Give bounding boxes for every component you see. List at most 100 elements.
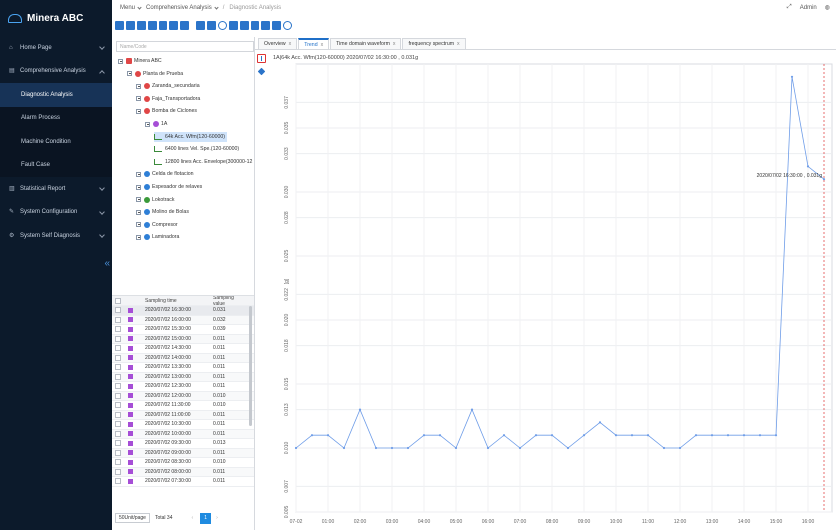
data-point[interactable] <box>774 434 778 437</box>
sidebar-item-machine-condition[interactable]: Machine Condition <box>0 130 112 154</box>
table-scrollbar[interactable] <box>249 306 252 426</box>
close-tab-icon[interactable]: x <box>393 41 396 47</box>
row-checkbox[interactable] <box>115 335 121 342</box>
table-row[interactable]: 2020/07/02 15:30:00 0.039 <box>112 325 254 335</box>
table-row[interactable]: 2020/07/02 14:00:00 0.011 <box>112 353 254 363</box>
row-checkbox[interactable] <box>115 383 121 390</box>
row-checkbox[interactable] <box>115 316 121 323</box>
column-header-time[interactable]: Sampling time <box>145 298 213 304</box>
prev-page-button[interactable]: ‹ <box>191 515 193 521</box>
data-point[interactable] <box>470 408 474 411</box>
table-row[interactable]: 2020/07/02 16:30:00 0.031 <box>112 306 254 316</box>
tree-node[interactable]: 1A <box>145 119 167 129</box>
data-point[interactable] <box>678 446 682 450</box>
table-icon[interactable] <box>239 21 249 30</box>
breadcrumb-comprehensive[interactable]: Comprehensive Analysis <box>146 4 219 11</box>
data-point[interactable] <box>518 446 522 450</box>
tree-node[interactable]: 12800 lines Acc. Envelope(300000-12 <box>154 157 252 167</box>
table-row[interactable]: 2020/07/02 07:30:00 0.011 <box>112 477 254 487</box>
tab-trend[interactable]: Trend x <box>298 38 330 49</box>
data-point[interactable] <box>598 421 602 424</box>
row-checkbox[interactable] <box>115 364 121 371</box>
table-row[interactable]: 2020/07/02 11:30:00 0.010 <box>112 401 254 411</box>
data-point[interactable] <box>374 446 378 450</box>
export-icon[interactable] <box>272 21 282 30</box>
expand-toggle-icon[interactable] <box>136 209 141 215</box>
page-size-select[interactable]: 50Unit/page <box>115 513 150 523</box>
row-checkbox[interactable] <box>115 440 121 447</box>
collapse-sidebar-icon[interactable]: « <box>104 258 110 269</box>
table-row[interactable]: 2020/07/02 15:00:00 0.011 <box>112 334 254 344</box>
page-number[interactable]: 1 <box>200 512 212 524</box>
data-point[interactable] <box>438 434 442 437</box>
row-checkbox[interactable] <box>115 326 121 333</box>
globe-icon[interactable]: ◍ <box>825 4 830 11</box>
data-point[interactable] <box>822 178 826 181</box>
close-tab-icon[interactable]: x <box>321 42 324 48</box>
tree-node[interactable]: Planta de Prueba <box>127 69 183 79</box>
table-row[interactable]: 2020/07/02 11:00:00 0.011 <box>112 410 254 420</box>
tree-node[interactable]: Bomba de Ciclones <box>136 106 197 116</box>
table-row[interactable]: 2020/07/02 10:30:00 0.011 <box>112 420 254 430</box>
row-checkbox[interactable] <box>115 411 121 418</box>
table-row[interactable]: 2020/07/02 09:00:00 0.011 <box>112 448 254 458</box>
tree-node[interactable]: 64k Acc. Wfm(120-60000) <box>154 131 227 142</box>
expand-toggle-icon[interactable] <box>136 222 141 228</box>
data-point[interactable] <box>742 434 746 437</box>
bell-icon[interactable] <box>217 21 227 30</box>
expand-toggle-icon[interactable] <box>136 96 141 102</box>
sidebar-item-statistical-report[interactable]: ▥ Statistical Report <box>0 177 112 201</box>
data-point[interactable] <box>342 446 346 450</box>
data-point[interactable] <box>694 434 698 437</box>
expand-toggle-icon[interactable] <box>136 234 141 240</box>
tree-node[interactable]: Faja_Transportadora <box>136 94 200 104</box>
monitor-icon[interactable] <box>261 21 271 30</box>
tab-overview[interactable]: Overview x <box>258 38 298 49</box>
data-point[interactable] <box>550 434 554 437</box>
table-row[interactable]: 2020/07/02 13:00:00 0.011 <box>112 372 254 382</box>
image-tool-icon[interactable] <box>207 21 216 30</box>
data-point[interactable] <box>726 434 730 437</box>
data-point[interactable] <box>662 446 666 450</box>
battery-icon[interactable] <box>228 21 238 30</box>
data-point[interactable] <box>502 434 506 437</box>
row-checkbox[interactable] <box>115 392 121 399</box>
data-point[interactable] <box>310 434 314 437</box>
data-point[interactable] <box>454 446 458 450</box>
data-point[interactable] <box>358 408 362 411</box>
row-checkbox[interactable] <box>115 421 121 428</box>
row-checkbox[interactable] <box>115 402 121 409</box>
sidebar-item-fault-case[interactable]: Fault Case <box>0 153 112 177</box>
sidebar-item-diagnostic-analysis[interactable]: Diagnostic Analysis <box>0 83 112 107</box>
data-point[interactable] <box>486 446 490 450</box>
tree-node[interactable]: Espesador de relaves <box>136 182 202 192</box>
expand-toggle-icon[interactable] <box>127 71 132 77</box>
data-point[interactable] <box>582 434 586 437</box>
expand-toggle-icon[interactable] <box>145 121 150 127</box>
app-logo[interactable]: Minera ABC <box>0 0 112 36</box>
data-point[interactable] <box>294 446 298 450</box>
table-row[interactable]: 2020/07/02 13:30:00 0.011 <box>112 363 254 373</box>
expand-toggle-icon[interactable] <box>136 184 141 190</box>
data-point[interactable] <box>758 434 762 437</box>
table-row[interactable]: 2020/07/02 08:00:00 0.011 <box>112 467 254 477</box>
gear-icon[interactable] <box>283 21 293 30</box>
sidebar-item-system-self-diagnosis[interactable]: ⚙ System Self Diagnosis <box>0 224 112 248</box>
data-point[interactable] <box>534 434 538 437</box>
sidebar-item-comprehensive-analysis[interactable]: ▤ Comprehensive Analysis <box>0 60 112 84</box>
time-waveform-tool-icon[interactable] <box>115 21 124 30</box>
row-checkbox[interactable] <box>115 307 121 314</box>
table-row[interactable]: 2020/07/02 12:00:00 0.010 <box>112 391 254 401</box>
table-row[interactable]: 2020/07/02 08:30:00 0.010 <box>112 458 254 468</box>
chart-tool-icon[interactable] <box>196 21 205 30</box>
row-checkbox[interactable] <box>115 478 121 485</box>
envelope-tool-icon[interactable] <box>136 21 146 30</box>
spectrum-tool-icon[interactable] <box>125 21 135 30</box>
sidebar-item-alarm-process[interactable]: Alarm Process <box>0 106 112 130</box>
row-checkbox[interactable] <box>115 449 121 456</box>
menu-dropdown[interactable]: Menu <box>120 4 142 11</box>
data-point[interactable] <box>646 434 650 437</box>
row-checkbox[interactable] <box>115 459 121 466</box>
sidebar-item-home-page[interactable]: ⌂ Home Page <box>0 36 112 60</box>
trash-icon[interactable] <box>250 21 260 30</box>
